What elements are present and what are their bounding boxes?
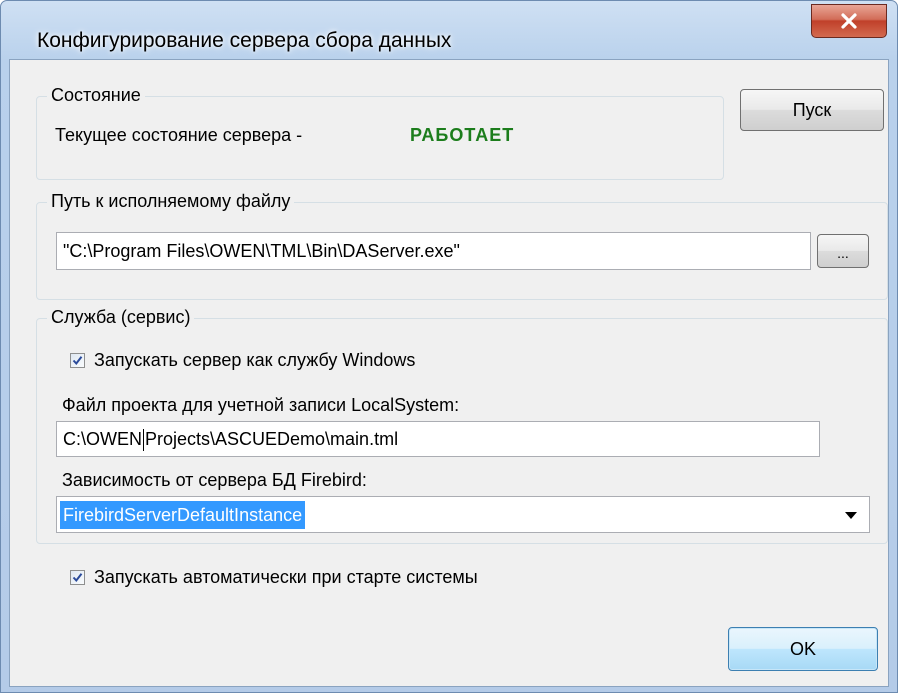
project-file-text-before-caret: C:\OWEN xyxy=(63,429,142,449)
current-state-label: Текущее состояние сервера - xyxy=(55,125,303,145)
autostart-checkbox[interactable] xyxy=(70,570,85,585)
dialog-client-area: Состояние Текущее состояние сервера - РА… xyxy=(9,59,889,687)
checkmark-icon xyxy=(72,356,83,366)
run-as-service-label[interactable]: Запускать сервер как службу Windows xyxy=(94,349,415,371)
autostart-label[interactable]: Запускать автоматически при старте систе… xyxy=(94,566,478,588)
ok-button[interactable]: OK xyxy=(728,627,878,671)
window-title: Конфигурирование сервера сбора данных xyxy=(37,29,452,52)
run-as-service-checkbox[interactable] xyxy=(70,353,85,368)
text-caret xyxy=(143,429,144,452)
start-button[interactable]: Пуск xyxy=(740,89,884,131)
firebird-dependency-selected-value: FirebirdServerDefaultInstance xyxy=(60,501,306,529)
dropdown-arrow-icon[interactable] xyxy=(845,512,857,519)
browse-button[interactable]: ... xyxy=(817,234,869,268)
title-bar[interactable]: Конфигурирование сервера сбора данных xyxy=(1,1,897,59)
dialog-window: Конфигурирование сервера сбора данных Со… xyxy=(0,0,898,693)
executable-path-input[interactable]: "C:\Program Files\OWEN\TML\Bin\DAServer.… xyxy=(56,232,811,270)
firebird-dependency-select[interactable]: FirebirdServerDefaultInstance xyxy=(56,496,870,533)
close-button[interactable] xyxy=(811,4,887,38)
checkmark-icon xyxy=(72,573,83,583)
close-icon xyxy=(841,13,857,29)
current-state-value: РАБОТАЕТ xyxy=(410,125,515,145)
project-file-text-after-caret: Projects\ASCUEDemo\main.tml xyxy=(145,429,399,449)
firebird-dependency-label: Зависимость от сервера БД Firebird: xyxy=(62,470,367,490)
executable-path-group-label: Путь к исполняемому файлу xyxy=(47,189,295,213)
project-file-label: Файл проекта для учетной записи LocalSys… xyxy=(62,395,460,415)
project-file-input[interactable]: C:\OWEN Projects\ASCUEDemo\main.tml xyxy=(56,421,820,457)
service-group-label: Служба (сервис) xyxy=(47,305,195,329)
state-group-label: Состояние xyxy=(47,83,145,107)
